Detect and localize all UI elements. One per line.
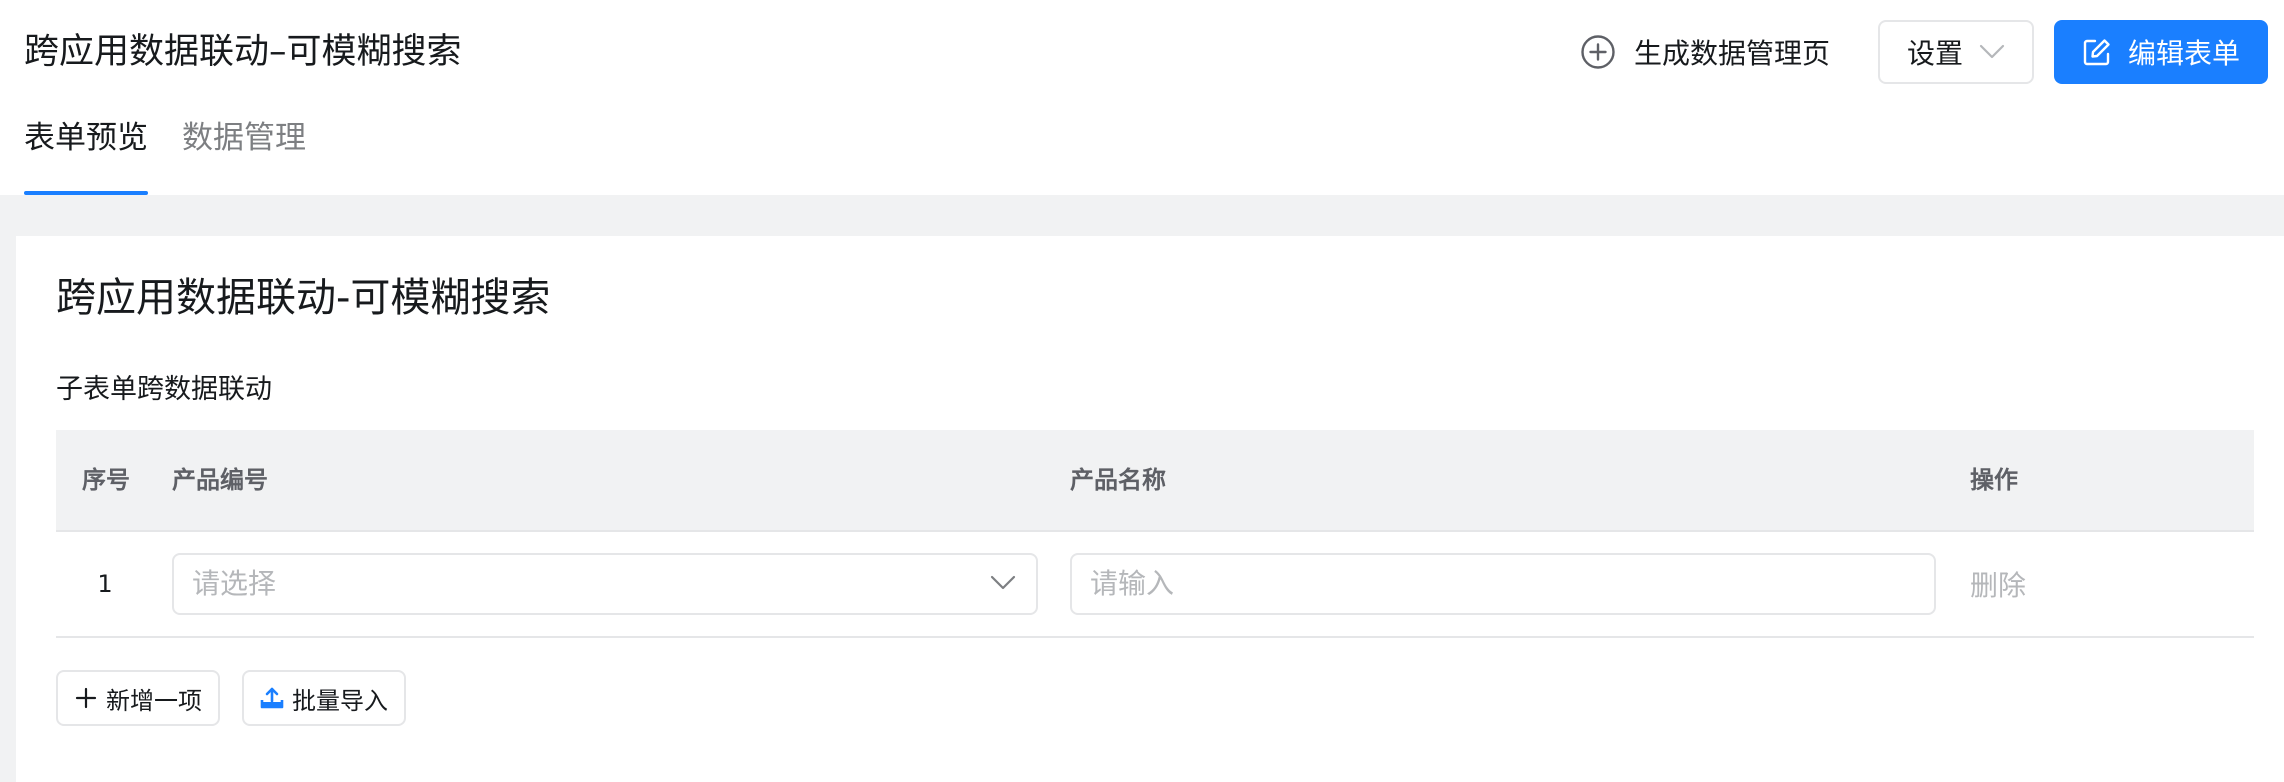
app-title: 跨应用数据联动–可模糊搜索 — [24, 32, 462, 72]
page-header: 跨应用数据联动–可模糊搜索 生成数据管理页 设置 编辑表单 表单预览 数据管理 — [0, 0, 2284, 195]
subform-table: 序号 产品编号 产品名称 操作 1 请选择 请输入 删除 — [56, 430, 2254, 638]
product-name-placeholder: 请输入 — [1090, 567, 1175, 600]
settings-dropdown[interactable]: 设置 — [1878, 20, 2034, 84]
table-header: 序号 产品编号 产品名称 操作 — [56, 430, 2254, 532]
subform-label: 子表单跨数据联动 — [56, 374, 272, 405]
batch-import-label: 批量导入 — [292, 686, 388, 715]
column-header-product-name: 产品名称 — [1070, 466, 1166, 494]
product-code-placeholder: 请选择 — [192, 567, 277, 600]
column-header-index: 序号 — [82, 466, 130, 494]
delete-row-button[interactable]: 删除 — [1970, 532, 2026, 636]
plus-icon — [74, 686, 98, 710]
tab-data-management[interactable]: 数据管理 — [182, 112, 306, 195]
generate-data-page-label: 生成数据管理页 — [1634, 37, 1831, 70]
row-index: 1 — [97, 570, 113, 598]
edit-icon — [2082, 37, 2112, 67]
settings-label: 设置 — [1906, 37, 1963, 70]
chevron-down-icon — [1979, 44, 2005, 60]
batch-import-button[interactable]: 批量导入 — [242, 670, 406, 726]
table-row: 1 请选择 请输入 删除 — [56, 532, 2254, 638]
product-code-select[interactable]: 请选择 — [172, 553, 1038, 615]
tab-bar: 表单预览 数据管理 — [24, 112, 306, 195]
product-name-input[interactable]: 请输入 — [1070, 553, 1936, 615]
generate-data-page-button[interactable]: 生成数据管理页 — [1580, 25, 1830, 79]
add-item-button[interactable]: 新增一项 — [56, 670, 220, 726]
form-title: 跨应用数据联动-可模糊搜索 — [56, 275, 551, 321]
chevron-down-icon — [990, 575, 1016, 591]
plus-circle-icon — [1580, 34, 1616, 70]
tab-form-preview[interactable]: 表单预览 — [24, 112, 148, 195]
form-card: 跨应用数据联动-可模糊搜索 子表单跨数据联动 序号 产品编号 产品名称 操作 1… — [16, 236, 2284, 782]
edit-form-label: 编辑表单 — [2127, 37, 2240, 70]
column-header-product-code: 产品编号 — [172, 466, 268, 494]
column-header-action: 操作 — [1970, 466, 2018, 494]
upload-icon — [260, 686, 284, 710]
subform-actions: 新增一项 批量导入 — [56, 670, 406, 726]
add-item-label: 新增一项 — [106, 686, 202, 715]
edit-form-button[interactable]: 编辑表单 — [2054, 20, 2268, 84]
